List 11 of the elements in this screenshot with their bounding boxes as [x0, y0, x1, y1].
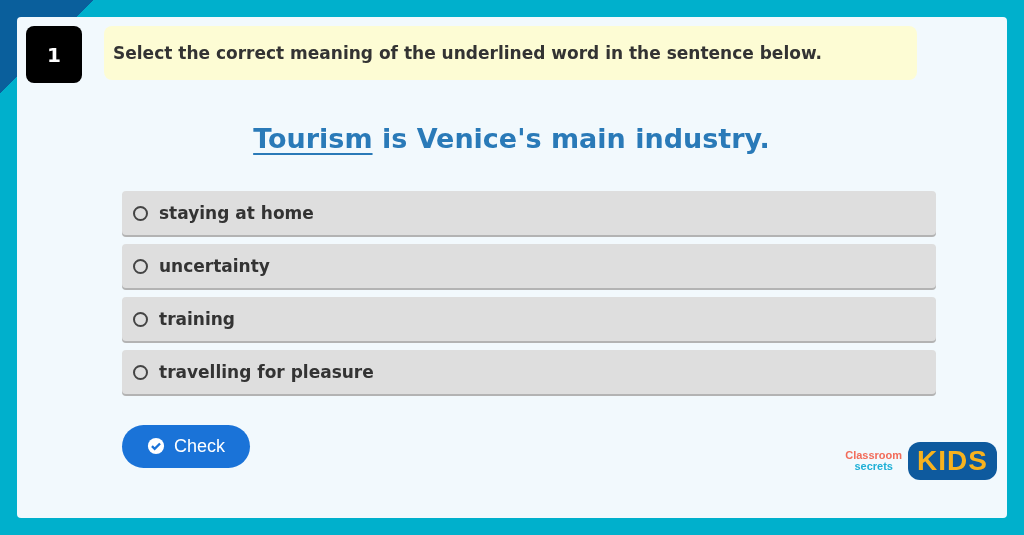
answer-option[interactable]: training [122, 297, 936, 341]
answer-option[interactable]: staying at home [122, 191, 936, 235]
logo-text: Classroom secrets [845, 450, 903, 472]
instruction-text: Select the correct meaning of the underlined word in the sentence below. [104, 26, 917, 80]
check-button[interactable]: Check [122, 424, 250, 468]
question-number: 1 [26, 26, 82, 83]
answer-option[interactable]: uncertainty [122, 244, 936, 288]
answer-option[interactable]: travelling for pleasure [122, 350, 936, 394]
logo-badge: KIDS [908, 442, 997, 480]
checkmark-icon [147, 437, 165, 455]
sentence-text: Tourism is Venice's main industry. [252, 123, 771, 154]
